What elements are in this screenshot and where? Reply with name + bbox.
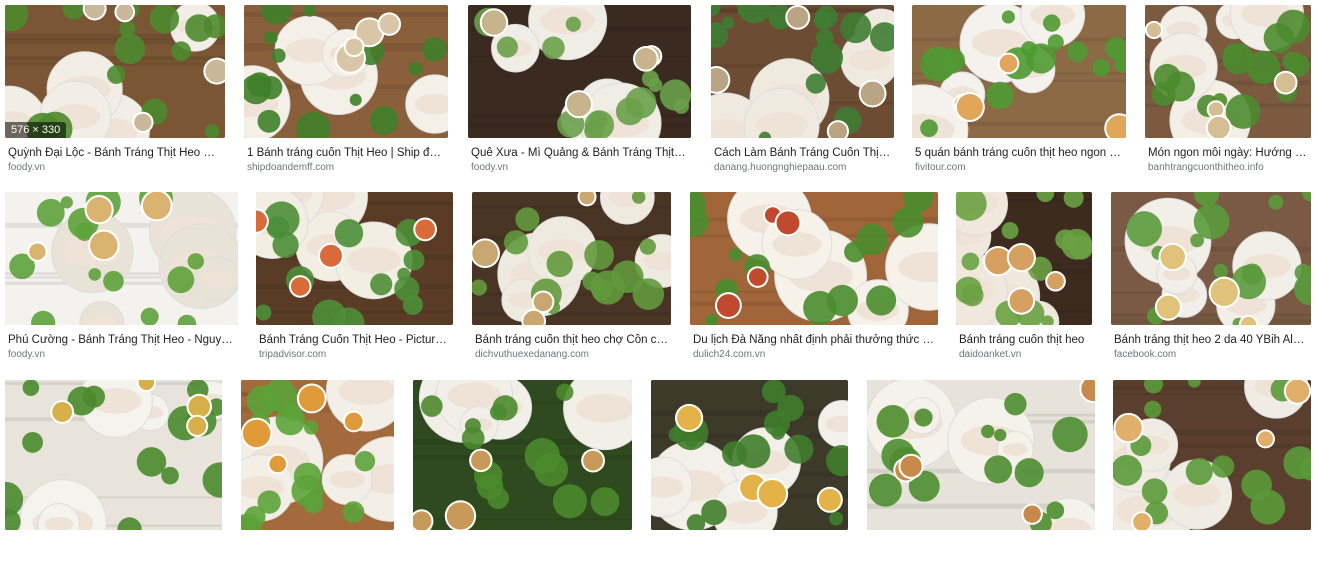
result-thumbnail[interactable]: [711, 5, 894, 138]
result-title-link[interactable]: 5 quán bánh tráng cuốn thịt heo ngon nức…: [915, 147, 1123, 159]
result-thumbnail[interactable]: [468, 5, 691, 138]
result-title-link[interactable]: Bánh tráng thịt heo 2 da 40 YBih Aleo -B…: [1114, 334, 1308, 346]
food-photo-icon: [244, 5, 448, 138]
result-title-link[interactable]: Quê Xưa - Mì Quảng & Bánh Tráng Thịt Heo…: [471, 147, 688, 159]
food-photo-icon: [867, 380, 1095, 530]
image-result-tile[interactable]: Bánh tráng cuốn thịt heo chợ Cồn có gì đ…: [472, 192, 671, 360]
food-photo-icon: [5, 192, 238, 325]
food-photo-icon: [413, 380, 632, 530]
image-result-tile[interactable]: Bánh tráng cuốn thịt heo daidoanket.vn: [956, 192, 1092, 360]
result-title-link[interactable]: Bánh tráng cuốn thịt heo chợ Cồn có gì đ…: [475, 334, 668, 346]
result-source[interactable]: tripadvisor.com: [259, 349, 450, 360]
food-photo-icon: [912, 5, 1126, 138]
result-title-link[interactable]: Quỳnh Đại Lộc - Bánh Tráng Thịt Heo ở Qu…: [8, 147, 222, 159]
image-result-tile[interactable]: 1 Bánh tráng cuốn Thịt Heo | Ship đồ ăn …: [244, 5, 448, 173]
result-source[interactable]: fivitour.com: [915, 162, 1123, 173]
food-photo-icon: [5, 5, 225, 138]
food-photo-icon: [1111, 192, 1311, 325]
result-title-link[interactable]: Món ngon mỗi ngày: Hướng dẫn l...: [1148, 147, 1308, 159]
result-thumbnail[interactable]: [1113, 380, 1311, 530]
result-source[interactable]: facebook.com: [1114, 349, 1308, 360]
food-photo-icon: [956, 192, 1092, 325]
result-source[interactable]: daidoanket.vn: [959, 349, 1089, 360]
image-result-tile[interactable]: Cách Làm Bánh Tráng Cuốn Thịt He... danan…: [711, 5, 894, 173]
food-photo-icon: [711, 5, 894, 138]
image-result-tile[interactable]: [241, 380, 394, 565]
image-result-tile[interactable]: Phú Cường - Bánh Tráng Thịt Heo - Nguyễn…: [5, 192, 238, 360]
image-result-tile[interactable]: [1113, 380, 1311, 565]
result-thumbnail[interactable]: [256, 192, 453, 325]
food-photo-icon: [651, 380, 848, 530]
result-thumbnail[interactable]: [651, 380, 848, 530]
result-thumbnail[interactable]: [244, 5, 448, 138]
result-thumbnail[interactable]: [956, 192, 1092, 325]
food-photo-icon: [468, 5, 691, 138]
food-photo-icon: [1145, 5, 1311, 138]
result-thumbnail[interactable]: 576 × 330: [5, 5, 225, 138]
result-thumbnail[interactable]: [413, 380, 632, 530]
image-dimensions-badge: 576 × 330: [5, 122, 67, 138]
image-result-tile[interactable]: Món ngon mỗi ngày: Hướng dẫn l... banhtra…: [1145, 5, 1311, 173]
image-result-tile[interactable]: [867, 380, 1095, 565]
result-title-link[interactable]: Phú Cường - Bánh Tráng Thịt Heo - Nguyễn…: [8, 334, 235, 346]
food-photo-icon: [241, 380, 394, 530]
result-title-link[interactable]: Cách Làm Bánh Tráng Cuốn Thịt He...: [714, 147, 891, 159]
result-thumbnail[interactable]: [912, 5, 1126, 138]
image-result-tile[interactable]: [651, 380, 848, 565]
result-thumbnail[interactable]: [1111, 192, 1311, 325]
image-result-tile[interactable]: Bánh tráng thịt heo 2 da 40 YBih Aleo -B…: [1111, 192, 1311, 360]
result-source[interactable]: foody.vn: [8, 162, 222, 173]
food-photo-icon: [1113, 380, 1311, 530]
result-source[interactable]: danang.huongnghiepaau.com: [714, 162, 891, 173]
image-result-tile[interactable]: [5, 380, 222, 565]
result-thumbnail[interactable]: [241, 380, 394, 530]
result-source[interactable]: foody.vn: [471, 162, 688, 173]
result-source[interactable]: shipdoandemff.com: [247, 162, 445, 173]
image-result-tile[interactable]: [413, 380, 632, 565]
food-photo-icon: [5, 380, 222, 530]
result-title-link[interactable]: Du lịch Đà Nẵng nhất định phải thưởng th…: [693, 334, 935, 346]
food-photo-icon: [690, 192, 938, 325]
result-source[interactable]: foody.vn: [8, 349, 235, 360]
result-title-link[interactable]: 1 Bánh tráng cuốn Thịt Heo | Ship đồ ăn …: [247, 147, 445, 159]
food-photo-icon: [256, 192, 453, 325]
food-photo-icon: [472, 192, 671, 325]
result-title-link[interactable]: Bánh tráng cuốn thịt heo: [959, 334, 1089, 346]
result-thumbnail[interactable]: [1145, 5, 1311, 138]
image-result-tile[interactable]: 576 × 330 Quỳnh Đại Lộc - Bánh Tráng Thịt…: [5, 5, 225, 173]
result-source[interactable]: dulich24.com.vn: [693, 349, 935, 360]
result-source[interactable]: dichvuthuexedanang.com: [475, 349, 668, 360]
result-source[interactable]: banhtrangcuonthitheo.info: [1148, 162, 1308, 173]
result-thumbnail[interactable]: [5, 380, 222, 530]
result-title-link[interactable]: Bánh Tráng Cuốn Thịt Heo - Picture of Q.…: [259, 334, 450, 346]
result-thumbnail[interactable]: [867, 380, 1095, 530]
result-thumbnail[interactable]: [690, 192, 938, 325]
image-result-tile[interactable]: Bánh Tráng Cuốn Thịt Heo - Picture of Q.…: [256, 192, 453, 360]
result-thumbnail[interactable]: [5, 192, 238, 325]
result-thumbnail[interactable]: [472, 192, 671, 325]
image-result-tile[interactable]: 5 quán bánh tráng cuốn thịt heo ngon nức…: [912, 5, 1126, 173]
image-result-tile[interactable]: Du lịch Đà Nẵng nhất định phải thưởng th…: [690, 192, 938, 360]
image-result-tile[interactable]: Quê Xưa - Mì Quảng & Bánh Tráng Thịt Heo…: [468, 5, 691, 173]
